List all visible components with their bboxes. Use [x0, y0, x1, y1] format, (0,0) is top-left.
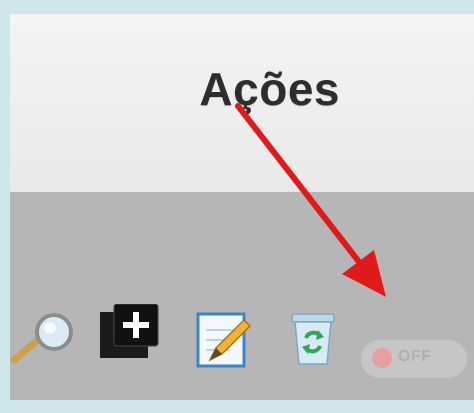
magnifier-icon[interactable]	[10, 310, 82, 370]
edit-icon[interactable]	[196, 310, 252, 370]
column-header: Ações	[10, 14, 474, 192]
off-toggle[interactable]: OFF	[360, 338, 468, 378]
actions-table: Ações OFF	[10, 14, 474, 400]
toggle-label: OFF	[398, 348, 432, 365]
add-icon[interactable]	[100, 304, 162, 362]
toggle-knob	[372, 348, 392, 368]
column-title: Ações	[199, 63, 340, 115]
recycle-bin-icon[interactable]	[288, 308, 340, 368]
actions-row: OFF	[10, 192, 474, 400]
